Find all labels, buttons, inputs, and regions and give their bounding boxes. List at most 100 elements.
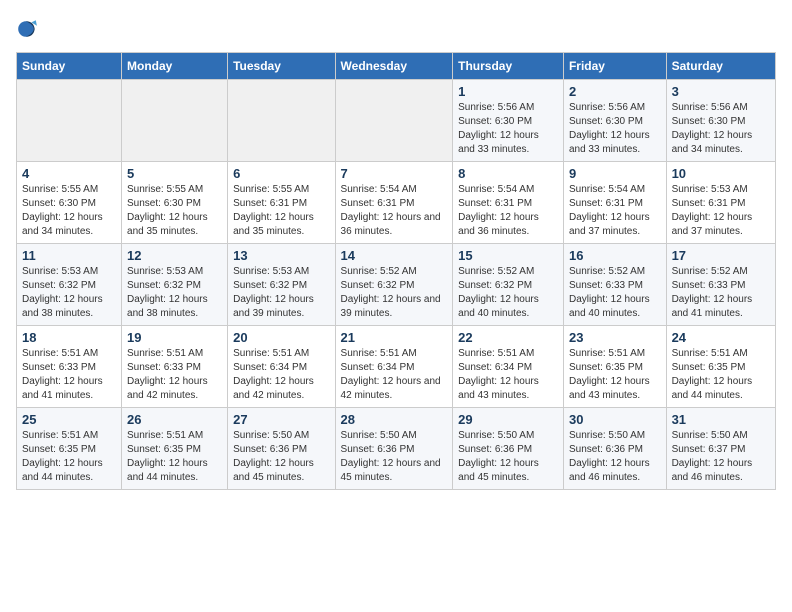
calendar-week-row: 18 Sunrise: 5:51 AMSunset: 6:33 PMDayligh… bbox=[17, 326, 776, 408]
calendar-cell: 21 Sunrise: 5:51 AMSunset: 6:34 PMDayligh… bbox=[335, 326, 453, 408]
calendar-cell: 15 Sunrise: 5:52 AMSunset: 6:32 PMDayligh… bbox=[453, 244, 564, 326]
day-info: Sunrise: 5:51 AMSunset: 6:34 PMDaylight:… bbox=[233, 347, 329, 403]
day-number: 24 bbox=[672, 330, 770, 345]
day-info: Sunrise: 5:56 AMSunset: 6:30 PMDaylight:… bbox=[672, 101, 770, 157]
calendar-cell: 23 Sunrise: 5:51 AMSunset: 6:35 PMDayligh… bbox=[563, 326, 666, 408]
calendar-cell: 20 Sunrise: 5:51 AMSunset: 6:34 PMDayligh… bbox=[228, 326, 335, 408]
day-info: Sunrise: 5:54 AMSunset: 6:31 PMDaylight:… bbox=[341, 183, 448, 239]
day-info: Sunrise: 5:55 AMSunset: 6:31 PMDaylight:… bbox=[233, 183, 329, 239]
calendar-cell: 27 Sunrise: 5:50 AMSunset: 6:36 PMDayligh… bbox=[228, 408, 335, 490]
calendar-cell: 7 Sunrise: 5:54 AMSunset: 6:31 PMDaylight… bbox=[335, 162, 453, 244]
day-number: 29 bbox=[458, 412, 558, 427]
calendar-cell: 18 Sunrise: 5:51 AMSunset: 6:33 PMDayligh… bbox=[17, 326, 122, 408]
day-info: Sunrise: 5:52 AMSunset: 6:32 PMDaylight:… bbox=[341, 265, 448, 321]
calendar-cell: 8Sunrise: 5:54 AMSunset: 6:31 PMDaylight… bbox=[453, 162, 564, 244]
calendar-cell: 25 Sunrise: 5:51 AMSunset: 6:35 PMDayligh… bbox=[17, 408, 122, 490]
calendar-cell: 14 Sunrise: 5:52 AMSunset: 6:32 PMDayligh… bbox=[335, 244, 453, 326]
day-number: 27 bbox=[233, 412, 329, 427]
day-number: 12 bbox=[127, 248, 222, 263]
calendar-cell: 31Sunrise: 5:50 AMSunset: 6:37 PMDayligh… bbox=[666, 408, 775, 490]
day-info: Sunrise: 5:55 AMSunset: 6:30 PMDaylight:… bbox=[22, 183, 116, 239]
day-info: Sunrise: 5:52 AMSunset: 6:33 PMDaylight:… bbox=[672, 265, 770, 321]
day-info: Sunrise: 5:51 AMSunset: 6:33 PMDaylight:… bbox=[22, 347, 116, 403]
day-number: 9 bbox=[569, 166, 661, 181]
calendar-cell: 5 Sunrise: 5:55 AMSunset: 6:30 PMDaylight… bbox=[122, 162, 228, 244]
day-number: 3 bbox=[672, 84, 770, 99]
calendar-cell: 13 Sunrise: 5:53 AMSunset: 6:32 PMDayligh… bbox=[228, 244, 335, 326]
calendar-cell: 11 Sunrise: 5:53 AMSunset: 6:32 PMDayligh… bbox=[17, 244, 122, 326]
weekday-header: Saturday bbox=[666, 53, 775, 80]
day-info: Sunrise: 5:56 AMSunset: 6:30 PMDaylight:… bbox=[458, 101, 558, 157]
day-info: Sunrise: 5:53 AMSunset: 6:31 PMDaylight:… bbox=[672, 183, 770, 239]
day-info: Sunrise: 5:51 AMSunset: 6:34 PMDaylight:… bbox=[458, 347, 558, 403]
day-number: 10 bbox=[672, 166, 770, 181]
calendar-cell: 9 Sunrise: 5:54 AMSunset: 6:31 PMDaylight… bbox=[563, 162, 666, 244]
calendar-week-row: 25 Sunrise: 5:51 AMSunset: 6:35 PMDayligh… bbox=[17, 408, 776, 490]
calendar-cell: 6 Sunrise: 5:55 AMSunset: 6:31 PMDaylight… bbox=[228, 162, 335, 244]
calendar-cell: 24 Sunrise: 5:51 AMSunset: 6:35 PMDayligh… bbox=[666, 326, 775, 408]
day-info: Sunrise: 5:54 AMSunset: 6:31 PMDaylight:… bbox=[569, 183, 661, 239]
day-number: 25 bbox=[22, 412, 116, 427]
calendar-cell: 12Sunrise: 5:53 AMSunset: 6:32 PMDayligh… bbox=[122, 244, 228, 326]
day-info: Sunrise: 5:55 AMSunset: 6:30 PMDaylight:… bbox=[127, 183, 222, 239]
weekday-header: Sunday bbox=[17, 53, 122, 80]
day-number: 4 bbox=[22, 166, 116, 181]
day-info: Sunrise: 5:51 AMSunset: 6:33 PMDaylight:… bbox=[127, 347, 222, 403]
day-number: 7 bbox=[341, 166, 448, 181]
day-number: 17 bbox=[672, 248, 770, 263]
calendar-cell: 22 Sunrise: 5:51 AMSunset: 6:34 PMDayligh… bbox=[453, 326, 564, 408]
calendar-cell bbox=[17, 80, 122, 162]
calendar-cell: 16 Sunrise: 5:52 AMSunset: 6:33 PMDayligh… bbox=[563, 244, 666, 326]
day-number: 6 bbox=[233, 166, 329, 181]
calendar-cell: 17 Sunrise: 5:52 AMSunset: 6:33 PMDayligh… bbox=[666, 244, 775, 326]
day-info: Sunrise: 5:52 AMSunset: 6:32 PMDaylight:… bbox=[458, 265, 558, 321]
day-number: 30 bbox=[569, 412, 661, 427]
calendar-cell: 3 Sunrise: 5:56 AMSunset: 6:30 PMDaylight… bbox=[666, 80, 775, 162]
logo-icon bbox=[16, 18, 38, 40]
day-number: 2 bbox=[569, 84, 661, 99]
calendar-cell bbox=[228, 80, 335, 162]
day-info: Sunrise: 5:53 AMSunset: 6:32 PMDaylight:… bbox=[22, 265, 116, 321]
calendar-cell: 30 Sunrise: 5:50 AMSunset: 6:36 PMDayligh… bbox=[563, 408, 666, 490]
calendar-cell: 28 Sunrise: 5:50 AMSunset: 6:36 PMDayligh… bbox=[335, 408, 453, 490]
calendar-cell: 1 Sunrise: 5:56 AMSunset: 6:30 PMDaylight… bbox=[453, 80, 564, 162]
calendar-cell bbox=[122, 80, 228, 162]
day-number: 13 bbox=[233, 248, 329, 263]
day-number: 26 bbox=[127, 412, 222, 427]
day-number: 23 bbox=[569, 330, 661, 345]
day-info: Sunrise: 5:53 AMSunset: 6:32 PMDaylight:… bbox=[233, 265, 329, 321]
weekday-header: Tuesday bbox=[228, 53, 335, 80]
day-info: Sunrise: 5:51 AMSunset: 6:35 PMDaylight:… bbox=[569, 347, 661, 403]
day-number: 11 bbox=[22, 248, 116, 263]
day-info: Sunrise: 5:51 AMSunset: 6:35 PMDaylight:… bbox=[22, 429, 116, 485]
day-number: 14 bbox=[341, 248, 448, 263]
day-info: Sunrise: 5:51 AMSunset: 6:34 PMDaylight:… bbox=[341, 347, 448, 403]
calendar-cell: 19Sunrise: 5:51 AMSunset: 6:33 PMDayligh… bbox=[122, 326, 228, 408]
day-number: 15 bbox=[458, 248, 558, 263]
calendar-cell bbox=[335, 80, 453, 162]
day-info: Sunrise: 5:50 AMSunset: 6:36 PMDaylight:… bbox=[569, 429, 661, 485]
calendar-week-row: 1 Sunrise: 5:56 AMSunset: 6:30 PMDaylight… bbox=[17, 80, 776, 162]
day-number: 22 bbox=[458, 330, 558, 345]
logo bbox=[16, 16, 42, 40]
day-number: 31 bbox=[672, 412, 770, 427]
weekday-header-row: SundayMondayTuesdayWednesdayThursdayFrid… bbox=[17, 53, 776, 80]
day-info: Sunrise: 5:52 AMSunset: 6:33 PMDaylight:… bbox=[569, 265, 661, 321]
calendar-week-row: 11 Sunrise: 5:53 AMSunset: 6:32 PMDayligh… bbox=[17, 244, 776, 326]
day-number: 16 bbox=[569, 248, 661, 263]
day-info: Sunrise: 5:54 AMSunset: 6:31 PMDaylight:… bbox=[458, 183, 558, 239]
day-number: 21 bbox=[341, 330, 448, 345]
day-number: 28 bbox=[341, 412, 448, 427]
day-number: 18 bbox=[22, 330, 116, 345]
day-info: Sunrise: 5:50 AMSunset: 6:36 PMDaylight:… bbox=[341, 429, 448, 485]
day-info: Sunrise: 5:50 AMSunset: 6:36 PMDaylight:… bbox=[458, 429, 558, 485]
day-number: 20 bbox=[233, 330, 329, 345]
day-number: 5 bbox=[127, 166, 222, 181]
calendar-cell: 2Sunrise: 5:56 AMSunset: 6:30 PMDaylight… bbox=[563, 80, 666, 162]
day-info: Sunrise: 5:51 AMSunset: 6:35 PMDaylight:… bbox=[672, 347, 770, 403]
weekday-header: Wednesday bbox=[335, 53, 453, 80]
day-info: Sunrise: 5:50 AMSunset: 6:36 PMDaylight:… bbox=[233, 429, 329, 485]
calendar-table: SundayMondayTuesdayWednesdayThursdayFrid… bbox=[16, 52, 776, 490]
calendar-week-row: 4 Sunrise: 5:55 AMSunset: 6:30 PMDaylight… bbox=[17, 162, 776, 244]
day-number: 1 bbox=[458, 84, 558, 99]
